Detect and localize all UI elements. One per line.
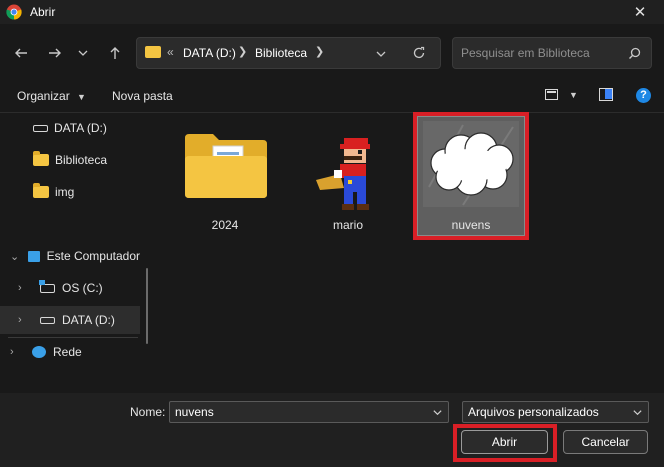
- folder-icon: [33, 151, 49, 166]
- close-icon: ✕: [633, 4, 647, 21]
- sidebar-item-biblioteca[interactable]: Biblioteca: [33, 146, 107, 174]
- sidebar-item-data-d-selected[interactable]: › DATA (D:): [0, 306, 140, 334]
- search-icon: [629, 47, 641, 59]
- sidebar-item-data-d[interactable]: DATA (D:): [33, 114, 107, 142]
- title-bar: [0, 0, 664, 24]
- sidebar-item-label: OS (C:): [62, 281, 103, 295]
- sidebar-item-rede[interactable]: › Rede: [10, 338, 82, 366]
- sidebar-item-os-c[interactable]: › OS (C:): [18, 274, 103, 302]
- address-bar[interactable]: « DATA (D:) ❯ Biblioteca ❯: [136, 37, 441, 69]
- sidebar-item-label: Este Computador: [46, 249, 140, 263]
- sidebar-item-este-computador[interactable]: ⌄ Este Computador: [10, 242, 140, 270]
- mario-thumbnail: [314, 130, 386, 214]
- sidebar-item-label: Biblioteca: [55, 153, 108, 167]
- file-type-value: Arquivos personalizados: [468, 405, 599, 419]
- arrow-left-icon: [15, 48, 27, 58]
- back-button[interactable]: [8, 40, 34, 66]
- search-placeholder: Pesquisar em Biblioteca: [461, 46, 590, 60]
- selection-highlight: [413, 112, 529, 240]
- breadcrumb-biblioteca[interactable]: Biblioteca: [255, 46, 307, 60]
- file-item-mario[interactable]: mario: [294, 120, 402, 235]
- address-history-chevron-icon[interactable]: [375, 48, 387, 60]
- sidebar-item-img[interactable]: img: [33, 178, 74, 206]
- sidebar-item-label: DATA (D:): [62, 313, 115, 327]
- chevron-right-icon[interactable]: ›: [18, 314, 32, 326]
- windows-drive-icon: [39, 279, 55, 293]
- computer-icon: [28, 250, 40, 262]
- close-button[interactable]: ✕: [622, 0, 658, 24]
- chevron-right-icon[interactable]: ›: [18, 282, 32, 294]
- help-button[interactable]: ?: [636, 88, 651, 103]
- window-title: Abrir: [30, 5, 56, 19]
- sidebar-item-label: img: [55, 185, 75, 199]
- file-item-2024[interactable]: 2024: [171, 120, 279, 235]
- chevron-down-icon: [78, 50, 88, 56]
- file-name-value: nuvens: [175, 405, 214, 419]
- preview-pane-button[interactable]: [599, 88, 613, 101]
- breadcrumb-data-d[interactable]: DATA (D:): [183, 46, 236, 60]
- drive-icon: [40, 316, 55, 324]
- chevron-down-icon[interactable]: ⌄: [10, 250, 20, 263]
- arrow-right-icon: [49, 48, 61, 58]
- forward-button[interactable]: [42, 40, 68, 66]
- chevron-right-icon[interactable]: ›: [10, 346, 24, 358]
- organize-menu[interactable]: Organizar ▼: [17, 89, 86, 103]
- new-folder-button[interactable]: Nova pasta: [112, 89, 173, 103]
- breadcrumb-overflow[interactable]: «: [167, 45, 174, 59]
- recent-locations-button[interactable]: [72, 40, 94, 66]
- caret-down-icon: ▼: [569, 90, 578, 100]
- up-button[interactable]: [102, 40, 128, 66]
- file-name-label: Nome:: [130, 405, 166, 419]
- chevron-down-icon: [633, 410, 642, 416]
- sidebar-item-label: DATA (D:): [54, 121, 107, 135]
- sidebar-item-label: Rede: [53, 345, 82, 359]
- folder-icon: [145, 46, 161, 58]
- cancel-button[interactable]: Cancelar: [563, 430, 648, 454]
- open-button-highlight: [453, 424, 557, 462]
- refresh-icon[interactable]: [412, 46, 426, 60]
- view-icon-bar: [547, 91, 556, 93]
- chrome-icon: [6, 4, 22, 20]
- file-type-select[interactable]: Arquivos personalizados: [462, 401, 649, 423]
- file-name-input[interactable]: nuvens: [169, 401, 449, 423]
- network-icon: [32, 346, 46, 358]
- view-options-button[interactable]: ▼: [543, 88, 583, 104]
- file-name: 2024: [211, 218, 239, 232]
- organize-label: Organizar: [17, 89, 70, 103]
- folder-icon: [33, 183, 49, 198]
- navigation-pane: DATA (D:) Biblioteca img ⌄ Este Computad…: [0, 113, 150, 393]
- breadcrumb-separator-icon: ❯: [315, 46, 325, 58]
- breadcrumb-separator-icon: ❯: [238, 46, 248, 58]
- arrow-up-icon: [110, 47, 120, 59]
- folder-icon: [185, 134, 267, 198]
- drive-icon: [33, 124, 48, 132]
- search-box[interactable]: Pesquisar em Biblioteca: [452, 37, 652, 69]
- caret-down-icon: ▼: [77, 92, 86, 102]
- preview-pane-icon: [605, 89, 612, 99]
- sidebar-scrollbar[interactable]: [146, 268, 148, 344]
- chevron-down-icon[interactable]: [432, 407, 443, 418]
- file-name: mario: [332, 218, 363, 232]
